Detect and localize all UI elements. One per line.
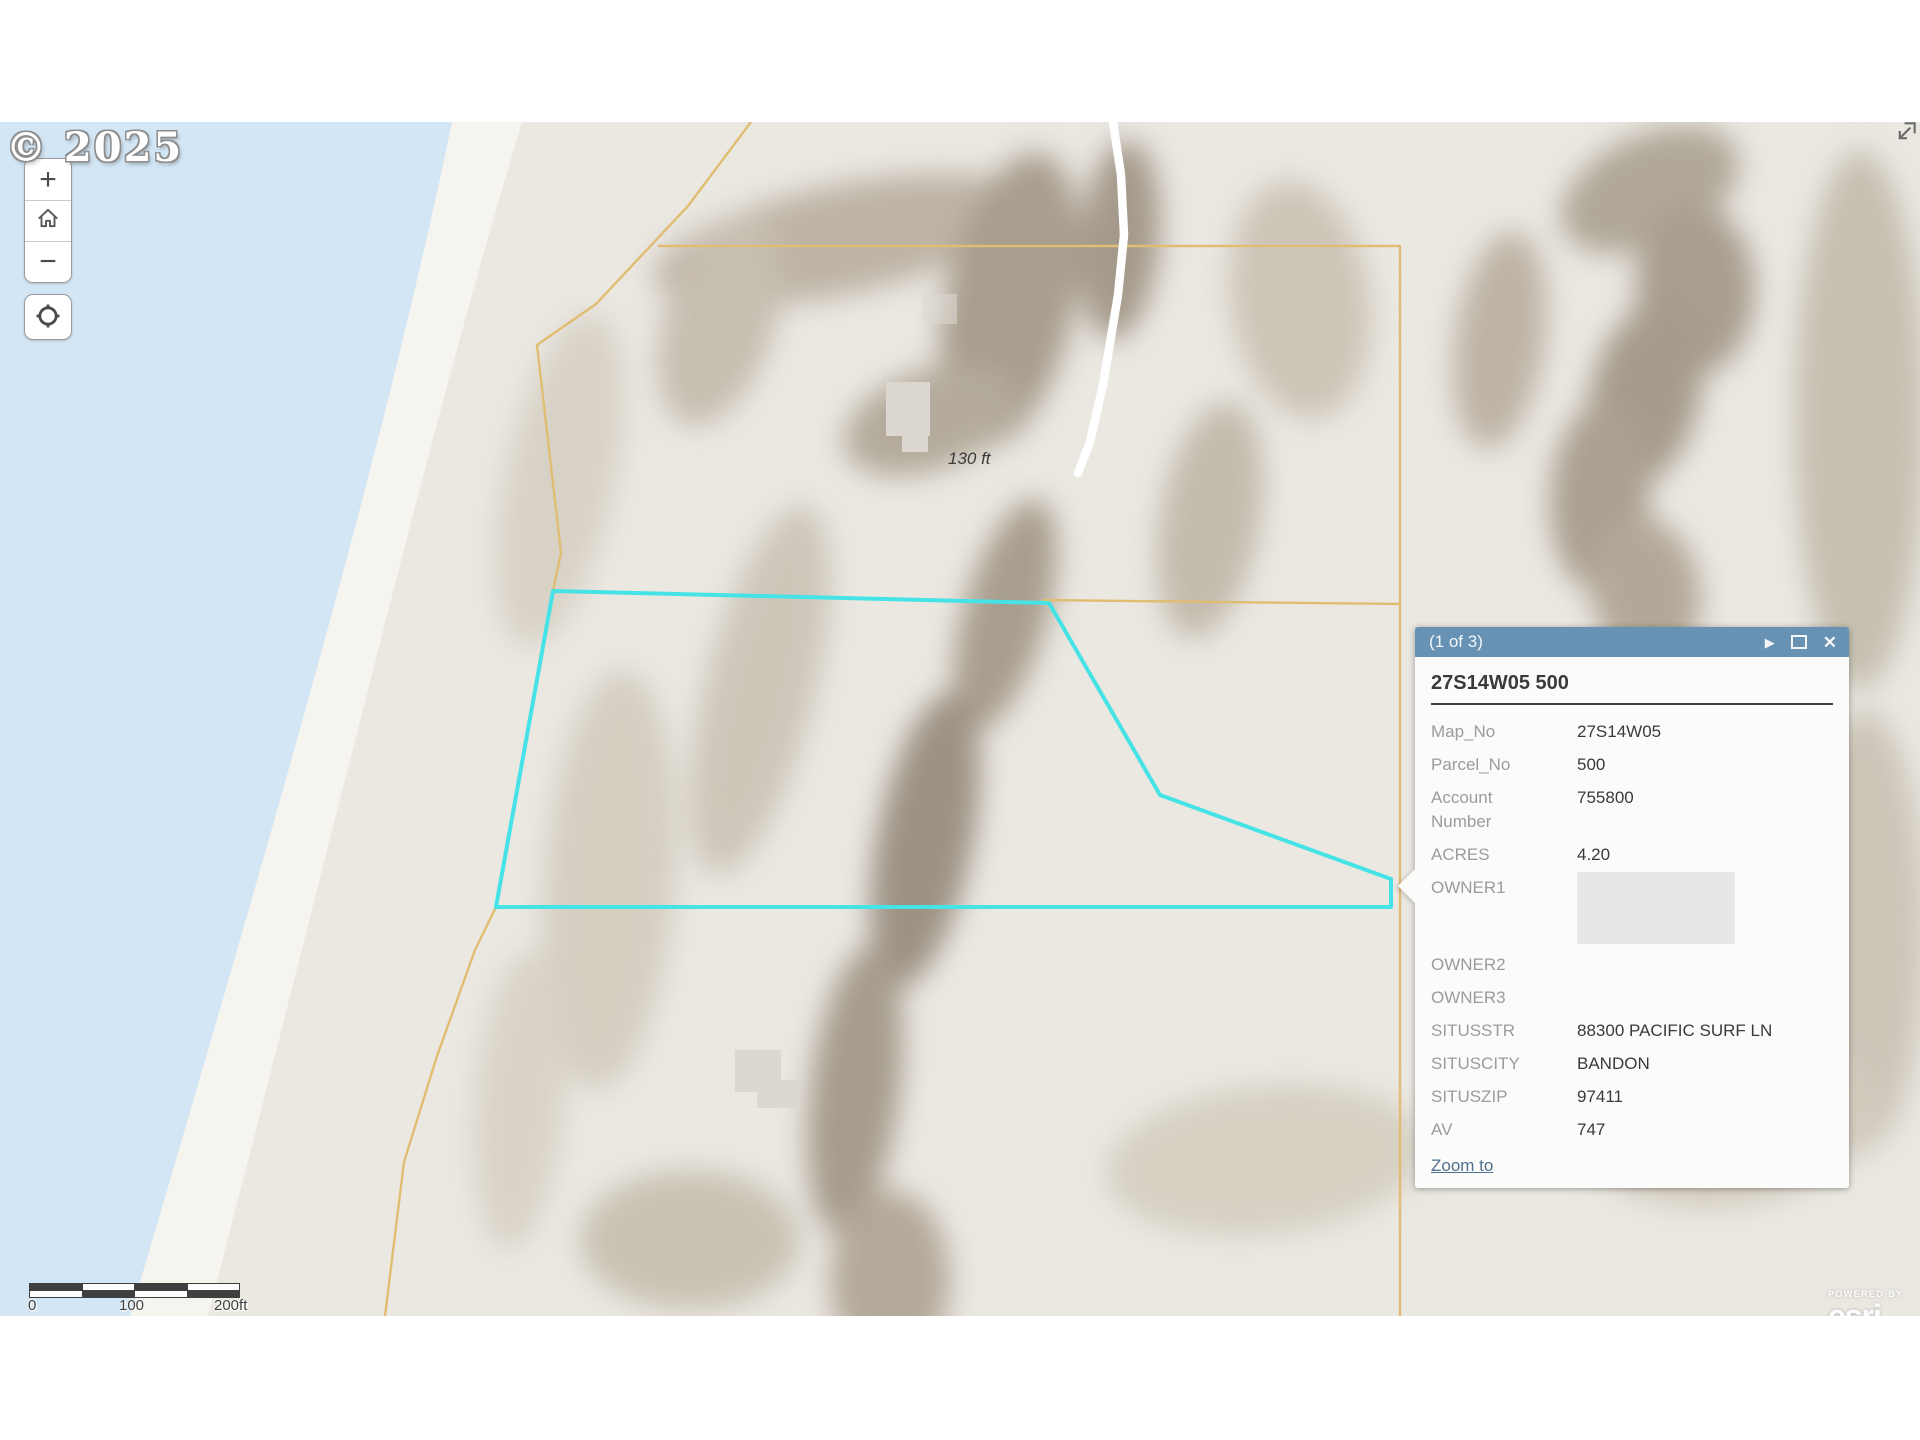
field-row: OWNER1: [1431, 876, 1833, 944]
field-row: Map_No27S14W05: [1431, 720, 1833, 744]
redacted-owner-value: [1577, 872, 1735, 944]
locate-crosshair-icon: [34, 302, 62, 333]
zoom-control: + −: [24, 158, 72, 283]
scale-label-0: 0: [28, 1297, 36, 1314]
scale-label-100: 100: [119, 1297, 144, 1314]
field-row: SITUSZIP97411: [1431, 1085, 1833, 1109]
zoom-out-button[interactable]: −: [25, 241, 71, 282]
close-icon: ✕: [1823, 634, 1837, 651]
feature-popup: (1 of 3) ▶ ✕ 27S14W05 500 Map_No27S14W05…: [1415, 627, 1849, 1188]
field-row: SITUSSTR88300 PACIFIC SURF LN: [1431, 1019, 1833, 1043]
zoom-to-link[interactable]: Zoom to: [1431, 1156, 1493, 1176]
collapse-icon[interactable]: [1895, 120, 1918, 148]
field-row: AV747: [1431, 1118, 1833, 1142]
maximize-icon: [1791, 635, 1807, 649]
scale-bar: [29, 1283, 240, 1298]
popup-next-button[interactable]: ▶: [1765, 633, 1775, 651]
popup-close-button[interactable]: ✕: [1823, 633, 1837, 651]
field-row: OWNER2: [1431, 953, 1833, 977]
popup-title: 27S14W05 500: [1431, 671, 1833, 695]
field-row: ACRES4.20: [1431, 843, 1833, 867]
title-divider: [1431, 703, 1833, 705]
scale-label-200ft: 200ft: [214, 1297, 247, 1314]
field-row: Parcel_No500: [1431, 753, 1833, 777]
popup-maximize-button[interactable]: [1791, 633, 1807, 651]
gis-map-app: { "watermark": "© 2025", "map_controls":…: [0, 0, 1920, 1440]
popup-body: 27S14W05 500 Map_No27S14W05 Parcel_No500…: [1415, 657, 1849, 1188]
esri-attribution: POWERED BY esri: [1828, 1290, 1904, 1316]
field-row: Account Number755800: [1431, 786, 1833, 834]
popup-pointer: [1398, 869, 1415, 903]
play-icon: ▶: [1765, 636, 1775, 649]
zoom-in-button[interactable]: +: [25, 159, 71, 200]
contour-label: 130 ft: [948, 449, 992, 468]
home-icon: [35, 205, 61, 237]
popup-header: (1 of 3) ▶ ✕: [1415, 627, 1849, 657]
home-button[interactable]: [25, 200, 71, 241]
esri-logo: esri: [1828, 1300, 1904, 1316]
popup-pager: (1 of 3): [1429, 632, 1749, 652]
field-row: SITUSCITYBANDON: [1431, 1052, 1833, 1076]
locate-button[interactable]: [24, 294, 72, 340]
field-row: OWNER3: [1431, 986, 1833, 1010]
